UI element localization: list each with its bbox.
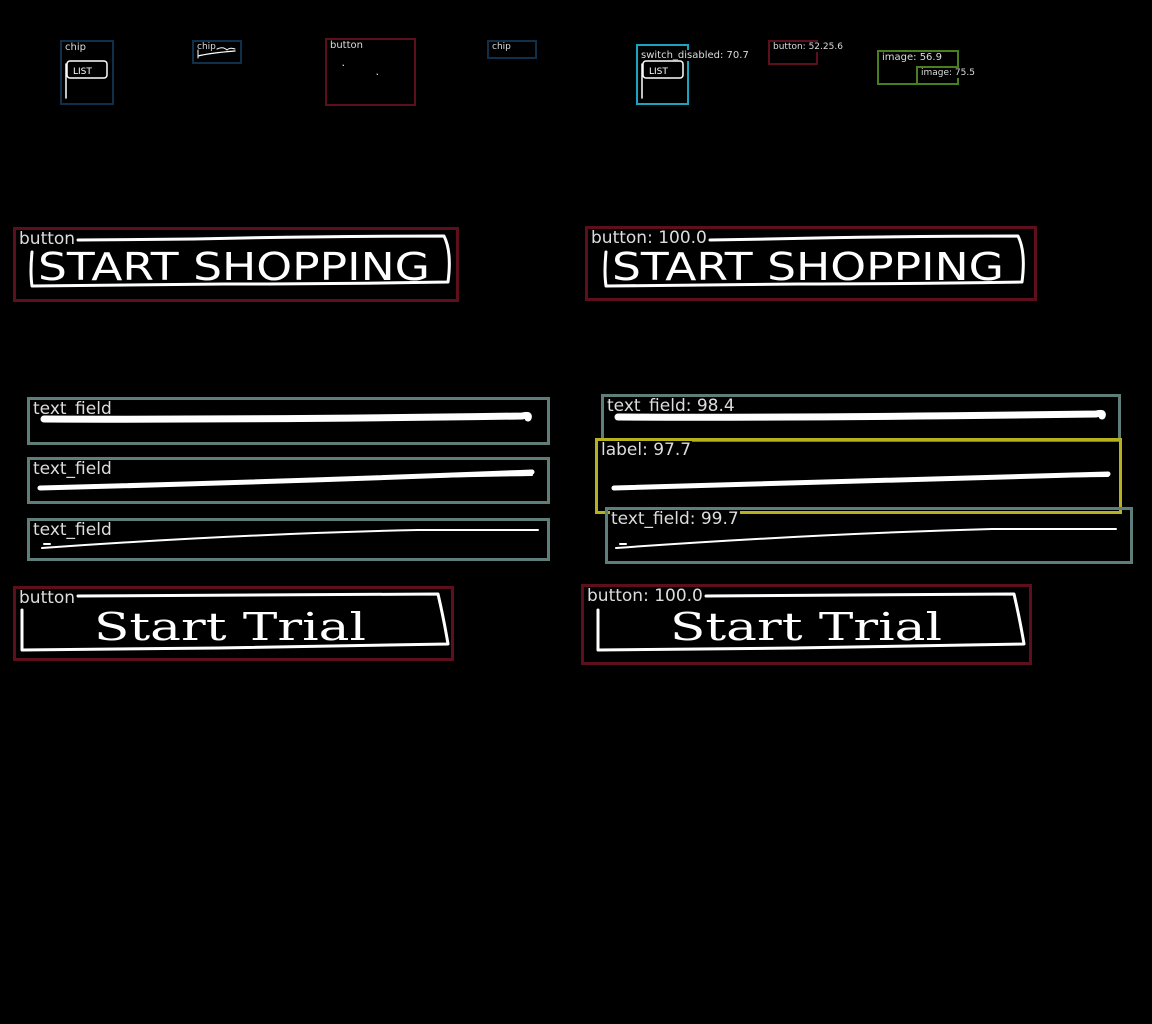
chip-label: chip <box>64 42 87 53</box>
text-field-stroke-left-3 <box>41 529 539 549</box>
chip-list-sketch: LIST <box>65 60 108 99</box>
start-trial-text-right: Start Trial <box>670 605 942 649</box>
button-label: button <box>329 40 364 51</box>
label-score-label: label: 97.7 <box>600 440 693 460</box>
chip-label: chip <box>491 42 512 52</box>
text-field-stroke-left-1 <box>40 411 532 423</box>
image-label-2: image: 75.5 <box>920 68 976 78</box>
chip-list-text: LIST <box>73 67 92 77</box>
start-trial-text-left: Start Trial <box>94 605 366 649</box>
switch-list-text: LIST <box>649 67 668 77</box>
text-field-stroke-right-1 <box>614 409 1106 421</box>
text-field-stroke-left-2 <box>37 469 535 491</box>
chip-box-3[interactable]: chip <box>487 40 537 59</box>
chip-scribble-sketch <box>197 47 236 59</box>
image-box-2[interactable]: image: 75.5 <box>916 66 976 85</box>
button-small-label: button: 52.25.6 <box>772 42 844 52</box>
switch-list-sketch: LIST <box>641 60 684 99</box>
label-stroke-right <box>611 471 1111 491</box>
start-trial-sketch-left: Start Trial <box>20 592 450 652</box>
start-shopping-text-right: START SHOPPING <box>612 245 1004 289</box>
start-shopping-sketch-left: START SHOPPING <box>29 234 451 289</box>
start-trial-sketch-right: Start Trial <box>596 592 1026 652</box>
start-shopping-sketch-right: START SHOPPING <box>603 234 1025 289</box>
button-box-small[interactable]: button: 52.25.6 <box>768 40 844 65</box>
image-label-1: image: 56.9 <box>881 52 943 63</box>
start-shopping-text-left: START SHOPPING <box>38 245 430 289</box>
button-dots-sketch <box>342 64 378 75</box>
text-field-stroke-right-3 <box>615 528 1117 549</box>
